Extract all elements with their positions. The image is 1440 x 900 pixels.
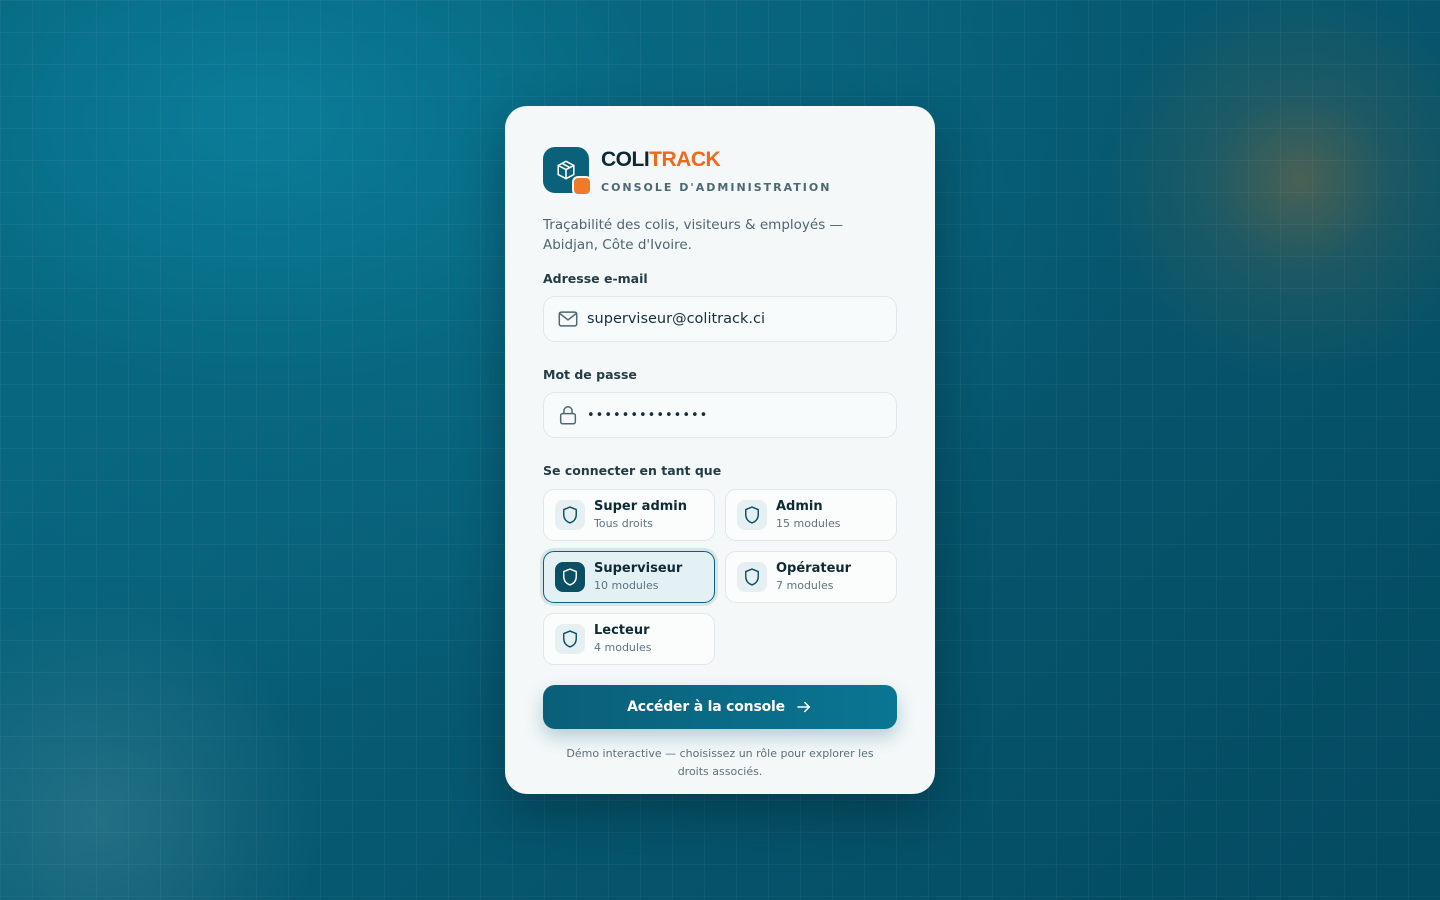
password-value[interactable]: •••••••••••••• [587, 408, 708, 423]
access-console-button[interactable]: Accéder à la console [543, 685, 897, 729]
role-rights: Tous droits [594, 516, 653, 530]
email-field[interactable]: superviseur@colitrack.ci [543, 296, 897, 342]
role-name: Admin [776, 498, 823, 514]
brand-name: COLITRACK [601, 148, 831, 172]
email-value[interactable]: superviseur@colitrack.ci [587, 311, 765, 327]
brand-subtitle: CONSOLE D'ADMINISTRATION [601, 181, 832, 194]
role-option-admin[interactable]: Admin 15 modules [725, 489, 897, 541]
role-rights: 4 modules [594, 640, 652, 654]
footer-note: Démo interactive — choisissez un rôle po… [566, 747, 874, 778]
email-label: Adresse e-mail [543, 271, 648, 286]
role-option-superviseur[interactable]: Superviseur 10 modules [543, 551, 715, 603]
tagline: Traçabilité des colis, visiteurs & emplo… [543, 217, 844, 253]
brand-name-part2: TRACK [649, 148, 721, 171]
password-field[interactable]: •••••••••••••• [543, 392, 897, 438]
shield-icon [737, 500, 767, 530]
role-option-lecteur[interactable]: Lecteur 4 modules [543, 613, 715, 665]
role-rights: 7 modules [776, 578, 834, 592]
mail-icon [557, 308, 579, 330]
shield-icon [555, 624, 585, 654]
logo [543, 147, 592, 196]
lock-icon [557, 404, 579, 426]
role-label: Se connecter en tant que [543, 463, 722, 478]
shield-icon [555, 562, 585, 592]
role-option-super-admin[interactable]: Super admin Tous droits [543, 489, 715, 541]
role-name: Superviseur [594, 560, 683, 576]
password-label: Mot de passe [543, 367, 637, 382]
logo-badge [572, 176, 592, 196]
shield-icon [555, 500, 585, 530]
role-name: Lecteur [594, 622, 650, 638]
role-option-operateur[interactable]: Opérateur 7 modules [725, 551, 897, 603]
login-card: COLITRACK CONSOLE D'ADMINISTRATION Traça… [505, 106, 935, 794]
shield-icon [737, 562, 767, 592]
role-selector: Super admin Tous droits Admin 15 modules S… [543, 489, 897, 665]
access-console-label: Accéder à la console [627, 699, 785, 715]
role-name: Opérateur [776, 560, 852, 576]
role-name: Super admin [594, 498, 688, 514]
brand-name-part1: COLI [601, 148, 650, 171]
brand-header: COLITRACK CONSOLE D'ADMINISTRATION [543, 147, 897, 196]
role-rights: 10 modules [594, 578, 659, 592]
role-rights: 15 modules [776, 516, 841, 530]
arrow-right-icon [795, 698, 813, 716]
